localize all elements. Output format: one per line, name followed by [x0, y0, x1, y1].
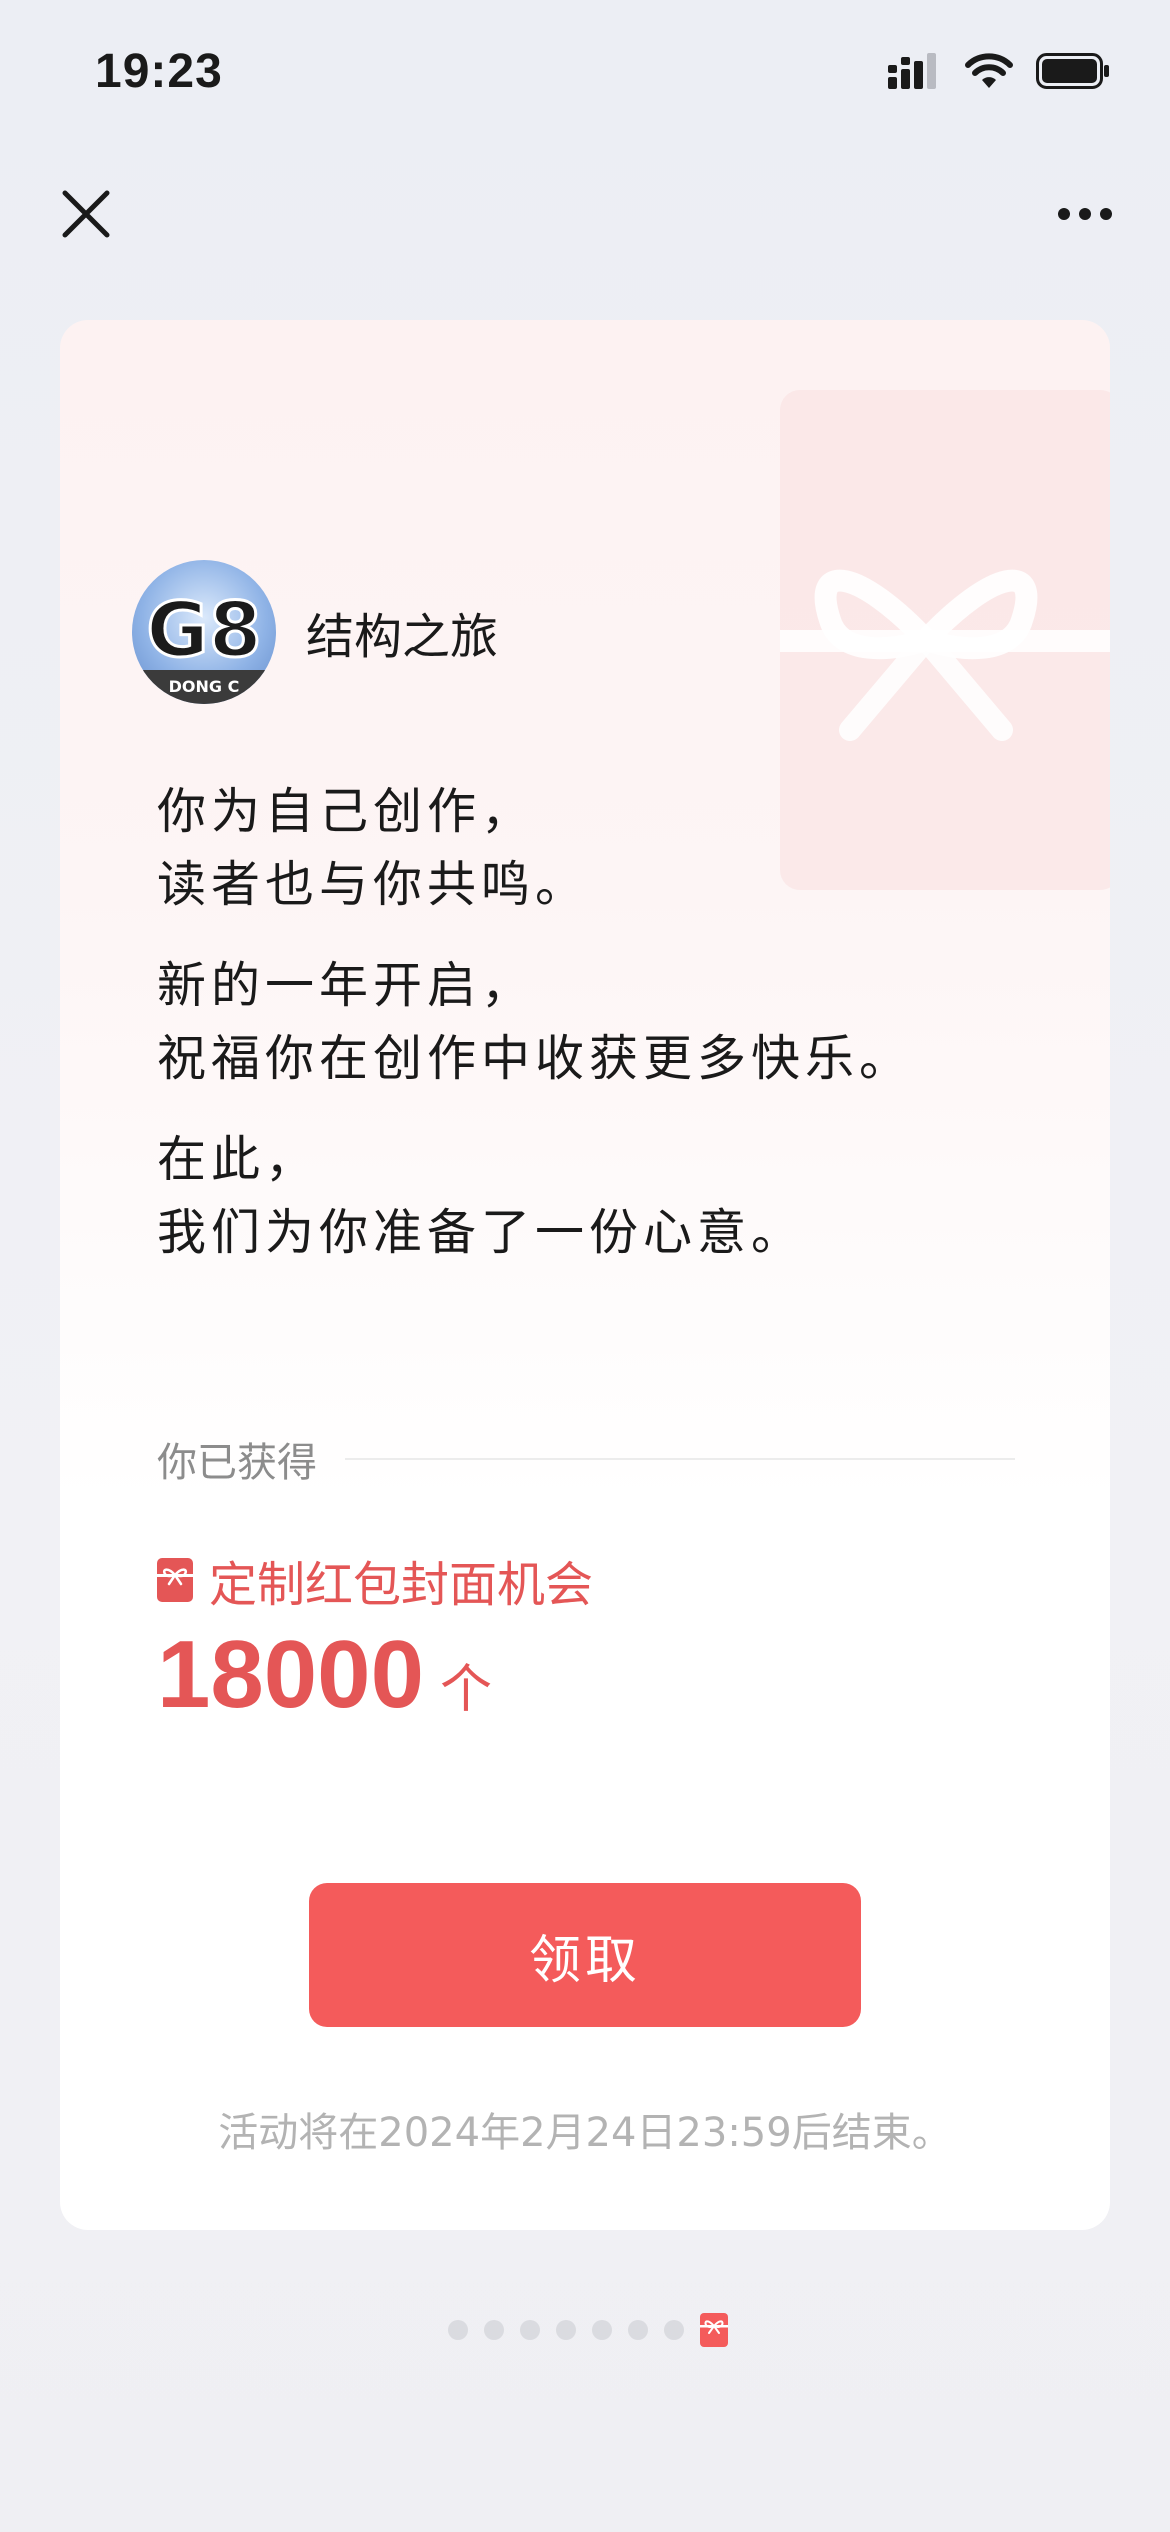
page-dot[interactable]	[484, 2320, 504, 2340]
page-dot[interactable]	[556, 2320, 576, 2340]
prize-unit: 个	[439, 1660, 492, 1720]
svg-text:G8: G8	[146, 585, 261, 674]
active-page-gift-icon[interactable]	[700, 2313, 728, 2347]
page-dot[interactable]	[628, 2320, 648, 2340]
avatar-logo-icon: G8 DONG C	[132, 584, 276, 704]
earned-label: 你已获得	[157, 1440, 317, 1486]
page-dot[interactable]	[448, 2320, 468, 2340]
author-avatar[interactable]: G8 DONG C	[132, 560, 276, 704]
top-nav-bar	[0, 170, 1170, 270]
claim-button[interactable]: 领取	[309, 1883, 861, 2027]
wifi-icon	[965, 53, 1013, 88]
prize-title-row: 定制红包封面机会	[157, 1545, 593, 1615]
greeting-message: 你为自己创作， 读者也与你共鸣。 新的一年开启， 祝福你在创作中收获更多快乐。 …	[157, 775, 1037, 1297]
message-line: 在此，	[157, 1131, 320, 1188]
page-indicator	[448, 2313, 728, 2347]
status-bar: 19:23	[0, 0, 1170, 150]
message-paragraph: 新的一年开启， 祝福你在创作中收获更多快乐。	[157, 949, 1037, 1095]
svg-text:DONG C: DONG C	[169, 677, 240, 696]
activity-end-note: 活动将在2024年2月24日23:59后结束。	[218, 2110, 952, 2156]
message-line: 你为自己创作，	[157, 783, 536, 840]
prize-name: 定制红包封面机会	[209, 1557, 594, 1613]
author-name: 结构之旅	[306, 609, 499, 665]
page-dot[interactable]	[592, 2320, 612, 2340]
battery-icon	[1036, 53, 1109, 89]
cellular-signal-icon	[888, 53, 936, 89]
prize-count: 18000	[157, 1621, 424, 1728]
close-button[interactable]	[50, 178, 122, 250]
prize-count-row: 18000 个	[157, 1620, 492, 1730]
page-dot[interactable]	[664, 2320, 684, 2340]
divider	[345, 1458, 1015, 1460]
message-line: 祝福你在创作中收获更多快乐。	[157, 1030, 914, 1087]
close-icon	[62, 190, 110, 238]
red-envelope-icon	[157, 1558, 193, 1602]
status-icons	[888, 52, 1110, 90]
message-line: 新的一年开启，	[157, 957, 536, 1014]
message-paragraph: 在此， 我们为你准备了一份心意。	[157, 1123, 1037, 1269]
message-line: 读者也与你共鸣。	[157, 856, 590, 913]
status-time: 19:23	[95, 45, 223, 98]
message-line: 我们为你准备了一份心意。	[157, 1204, 806, 1261]
gift-card: G8 DONG C 结构之旅 你为自己创作， 读者也与你共鸣。 新的一年开启， …	[60, 320, 1110, 2230]
more-options-button[interactable]	[1040, 178, 1130, 250]
message-paragraph: 你为自己创作， 读者也与你共鸣。	[157, 775, 1037, 921]
earned-section-header: 你已获得	[157, 1430, 1015, 1488]
more-dots-icon	[1058, 208, 1112, 220]
page-dot[interactable]	[520, 2320, 540, 2340]
author-info: G8 DONG C 结构之旅	[132, 560, 498, 704]
